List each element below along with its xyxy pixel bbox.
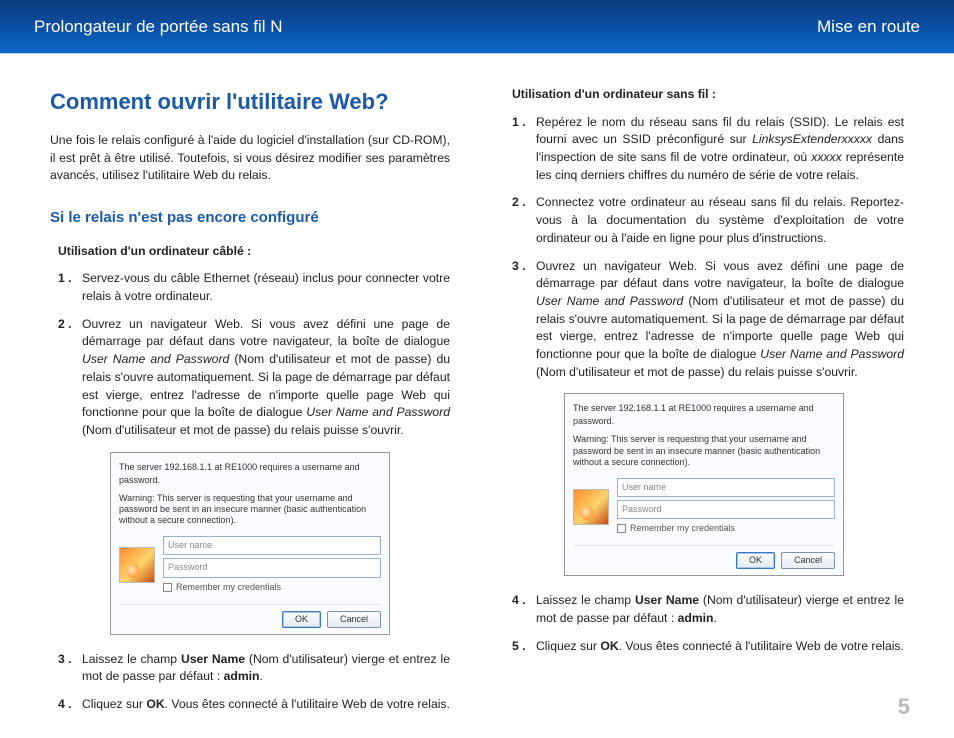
checkbox-icon[interactable] — [617, 524, 626, 533]
step-text: Cliquez sur OK. Vous êtes connecté à l'u… — [82, 696, 450, 714]
document-page: Prolongateur de portée sans fil N Mise e… — [0, 0, 954, 738]
dialog-credential-row: User name Password Remember my credentia… — [573, 478, 835, 535]
text-run: . Vous êtes connecté à l'utilitaire Web … — [165, 697, 450, 711]
text-run: Laissez le champ — [536, 593, 635, 607]
dialog-warning-text: Warning: This server is requesting that … — [119, 493, 381, 527]
dialog-server-text: The server 192.168.1.1 at RE1000 require… — [573, 402, 835, 428]
text-run: . — [714, 611, 717, 625]
text-run: (Nom d'utilisateur et mot de passe) du r… — [536, 365, 858, 379]
user-avatar-icon — [119, 547, 155, 583]
list-item: 3 . Ouvrez un navigateur Web. Si vous av… — [512, 258, 904, 382]
step-text: Laissez le champ User Name (Nom d'utilis… — [536, 592, 904, 627]
text-run: Ouvrez un navigateur Web. Si vous avez d… — [536, 259, 904, 291]
auth-dialog: The server 192.168.1.1 at RE1000 require… — [564, 393, 844, 576]
step-number: 4 . — [512, 592, 528, 627]
text-run-bold: User Name — [635, 593, 699, 607]
page-title: Comment ouvrir l'utilitaire Web? — [50, 86, 450, 118]
list-item: 3 . Laissez le champ User Name (Nom d'ut… — [58, 651, 450, 686]
checkbox-icon[interactable] — [163, 583, 172, 592]
ok-button[interactable]: OK — [282, 611, 321, 628]
text-run: (Nom d'utilisateur et mot de passe) du r… — [82, 423, 404, 437]
list-item: 4 . Laissez le champ User Name (Nom d'ut… — [512, 592, 904, 627]
left-column: Comment ouvrir l'utilitaire Web? Une foi… — [50, 86, 450, 724]
dialog-fields: User name Password Remember my credentia… — [617, 478, 835, 535]
text-run: Ouvrez un navigateur Web. Si vous avez d… — [82, 317, 450, 349]
list-item: 1 . Servez-vous du câble Ethernet (résea… — [58, 270, 450, 305]
step-number: 4 . — [58, 696, 74, 714]
step-number: 2 . — [512, 194, 528, 247]
list-item: 2 . Connectez votre ordinateur au réseau… — [512, 194, 904, 247]
username-input[interactable]: User name — [163, 536, 381, 555]
text-run-bold: admin — [224, 669, 260, 683]
dialog-credential-row: User name Password Remember my credentia… — [119, 536, 381, 593]
dialog-warning-text: Warning: This server is requesting that … — [573, 434, 835, 468]
text-run: Laissez le champ — [82, 652, 181, 666]
list-item: 4 . Cliquez sur OK. Vous êtes connecté à… — [58, 696, 450, 714]
page-number: 5 — [898, 694, 910, 720]
text-run-italic: User Name and Password — [536, 294, 683, 308]
page-content: Comment ouvrir l'utilitaire Web? Une foi… — [0, 54, 954, 724]
step-text: Cliquez sur OK. Vous êtes connecté à l'u… — [536, 638, 904, 656]
dialog-fields: User name Password Remember my credentia… — [163, 536, 381, 593]
auth-dialog-figure: The server 192.168.1.1 at RE1000 require… — [50, 452, 450, 635]
wireless-subheading: Utilisation d'un ordinateur sans fil : — [512, 86, 904, 104]
list-item: 2 . Ouvrez un navigateur Web. Si vous av… — [58, 316, 450, 440]
step-number: 5 . — [512, 638, 528, 656]
step-number: 3 . — [512, 258, 528, 382]
wireless-steps: 1 . Repérez le nom du réseau sans fil du… — [504, 114, 904, 382]
text-run-italic: User Name and Password — [306, 405, 450, 419]
step-number: 3 . — [58, 651, 74, 686]
right-column: Utilisation d'un ordinateur sans fil : 1… — [504, 86, 904, 724]
text-run-italic: User Name and Password — [760, 347, 904, 361]
step-text: Laissez le champ User Name (Nom d'utilis… — [82, 651, 450, 686]
username-input[interactable]: User name — [617, 478, 835, 497]
remember-checkbox-row[interactable]: Remember my credentials — [617, 522, 835, 535]
header-right: Mise en route — [817, 17, 920, 37]
remember-label: Remember my credentials — [630, 522, 735, 535]
page-header: Prolongateur de portée sans fil N Mise e… — [0, 0, 954, 54]
cancel-button[interactable]: Cancel — [781, 552, 835, 569]
text-run-bold: OK — [146, 697, 164, 711]
dialog-button-row: OK Cancel — [119, 604, 381, 628]
text-run-bold: User Name — [181, 652, 245, 666]
text-run: Cliquez sur — [82, 697, 146, 711]
password-input[interactable]: Password — [163, 558, 381, 577]
dialog-server-text: The server 192.168.1.1 at RE1000 require… — [119, 461, 381, 487]
text-run-bold: admin — [678, 611, 714, 625]
text-run-italic: LinksysExtenderxxxxx — [752, 132, 872, 146]
dialog-button-row: OK Cancel — [573, 545, 835, 569]
user-avatar-icon — [573, 489, 609, 525]
step-text: Ouvrez un navigateur Web. Si vous avez d… — [536, 258, 904, 382]
text-run-bold: OK — [600, 639, 618, 653]
wired-steps-cont: 3 . Laissez le champ User Name (Nom d'ut… — [50, 651, 450, 714]
auth-dialog: The server 192.168.1.1 at RE1000 require… — [110, 452, 390, 635]
wired-subheading: Utilisation d'un ordinateur câblé : — [58, 243, 450, 261]
step-text: Servez-vous du câble Ethernet (réseau) i… — [82, 270, 450, 305]
ok-button[interactable]: OK — [736, 552, 775, 569]
header-left: Prolongateur de portée sans fil N — [34, 17, 283, 37]
list-item: 5 . Cliquez sur OK. Vous êtes connecté à… — [512, 638, 904, 656]
remember-label: Remember my credentials — [176, 581, 281, 594]
text-run-italic: User Name and Password — [82, 352, 229, 366]
step-number: 2 . — [58, 316, 74, 440]
step-number: 1 . — [58, 270, 74, 305]
password-input[interactable]: Password — [617, 500, 835, 519]
text-run: Cliquez sur — [536, 639, 600, 653]
step-text: Repérez le nom du réseau sans fil du rel… — [536, 114, 904, 185]
text-run: . — [260, 669, 263, 683]
text-run: . Vous êtes connecté à l'utilitaire Web … — [619, 639, 904, 653]
cancel-button[interactable]: Cancel — [327, 611, 381, 628]
list-item: 1 . Repérez le nom du réseau sans fil du… — [512, 114, 904, 185]
section-heading: Si le relais n'est pas encore configuré — [50, 207, 450, 229]
remember-checkbox-row[interactable]: Remember my credentials — [163, 581, 381, 594]
step-text: Ouvrez un navigateur Web. Si vous avez d… — [82, 316, 450, 440]
wired-steps: 1 . Servez-vous du câble Ethernet (résea… — [50, 270, 450, 439]
wireless-steps-cont: 4 . Laissez le champ User Name (Nom d'ut… — [504, 592, 904, 655]
auth-dialog-figure: The server 192.168.1.1 at RE1000 require… — [504, 393, 904, 576]
lead-paragraph: Une fois le relais configuré à l'aide du… — [50, 132, 450, 185]
step-text: Connectez votre ordinateur au réseau san… — [536, 194, 904, 247]
step-number: 1 . — [512, 114, 528, 185]
text-run-italic: xxxxx — [811, 150, 841, 164]
